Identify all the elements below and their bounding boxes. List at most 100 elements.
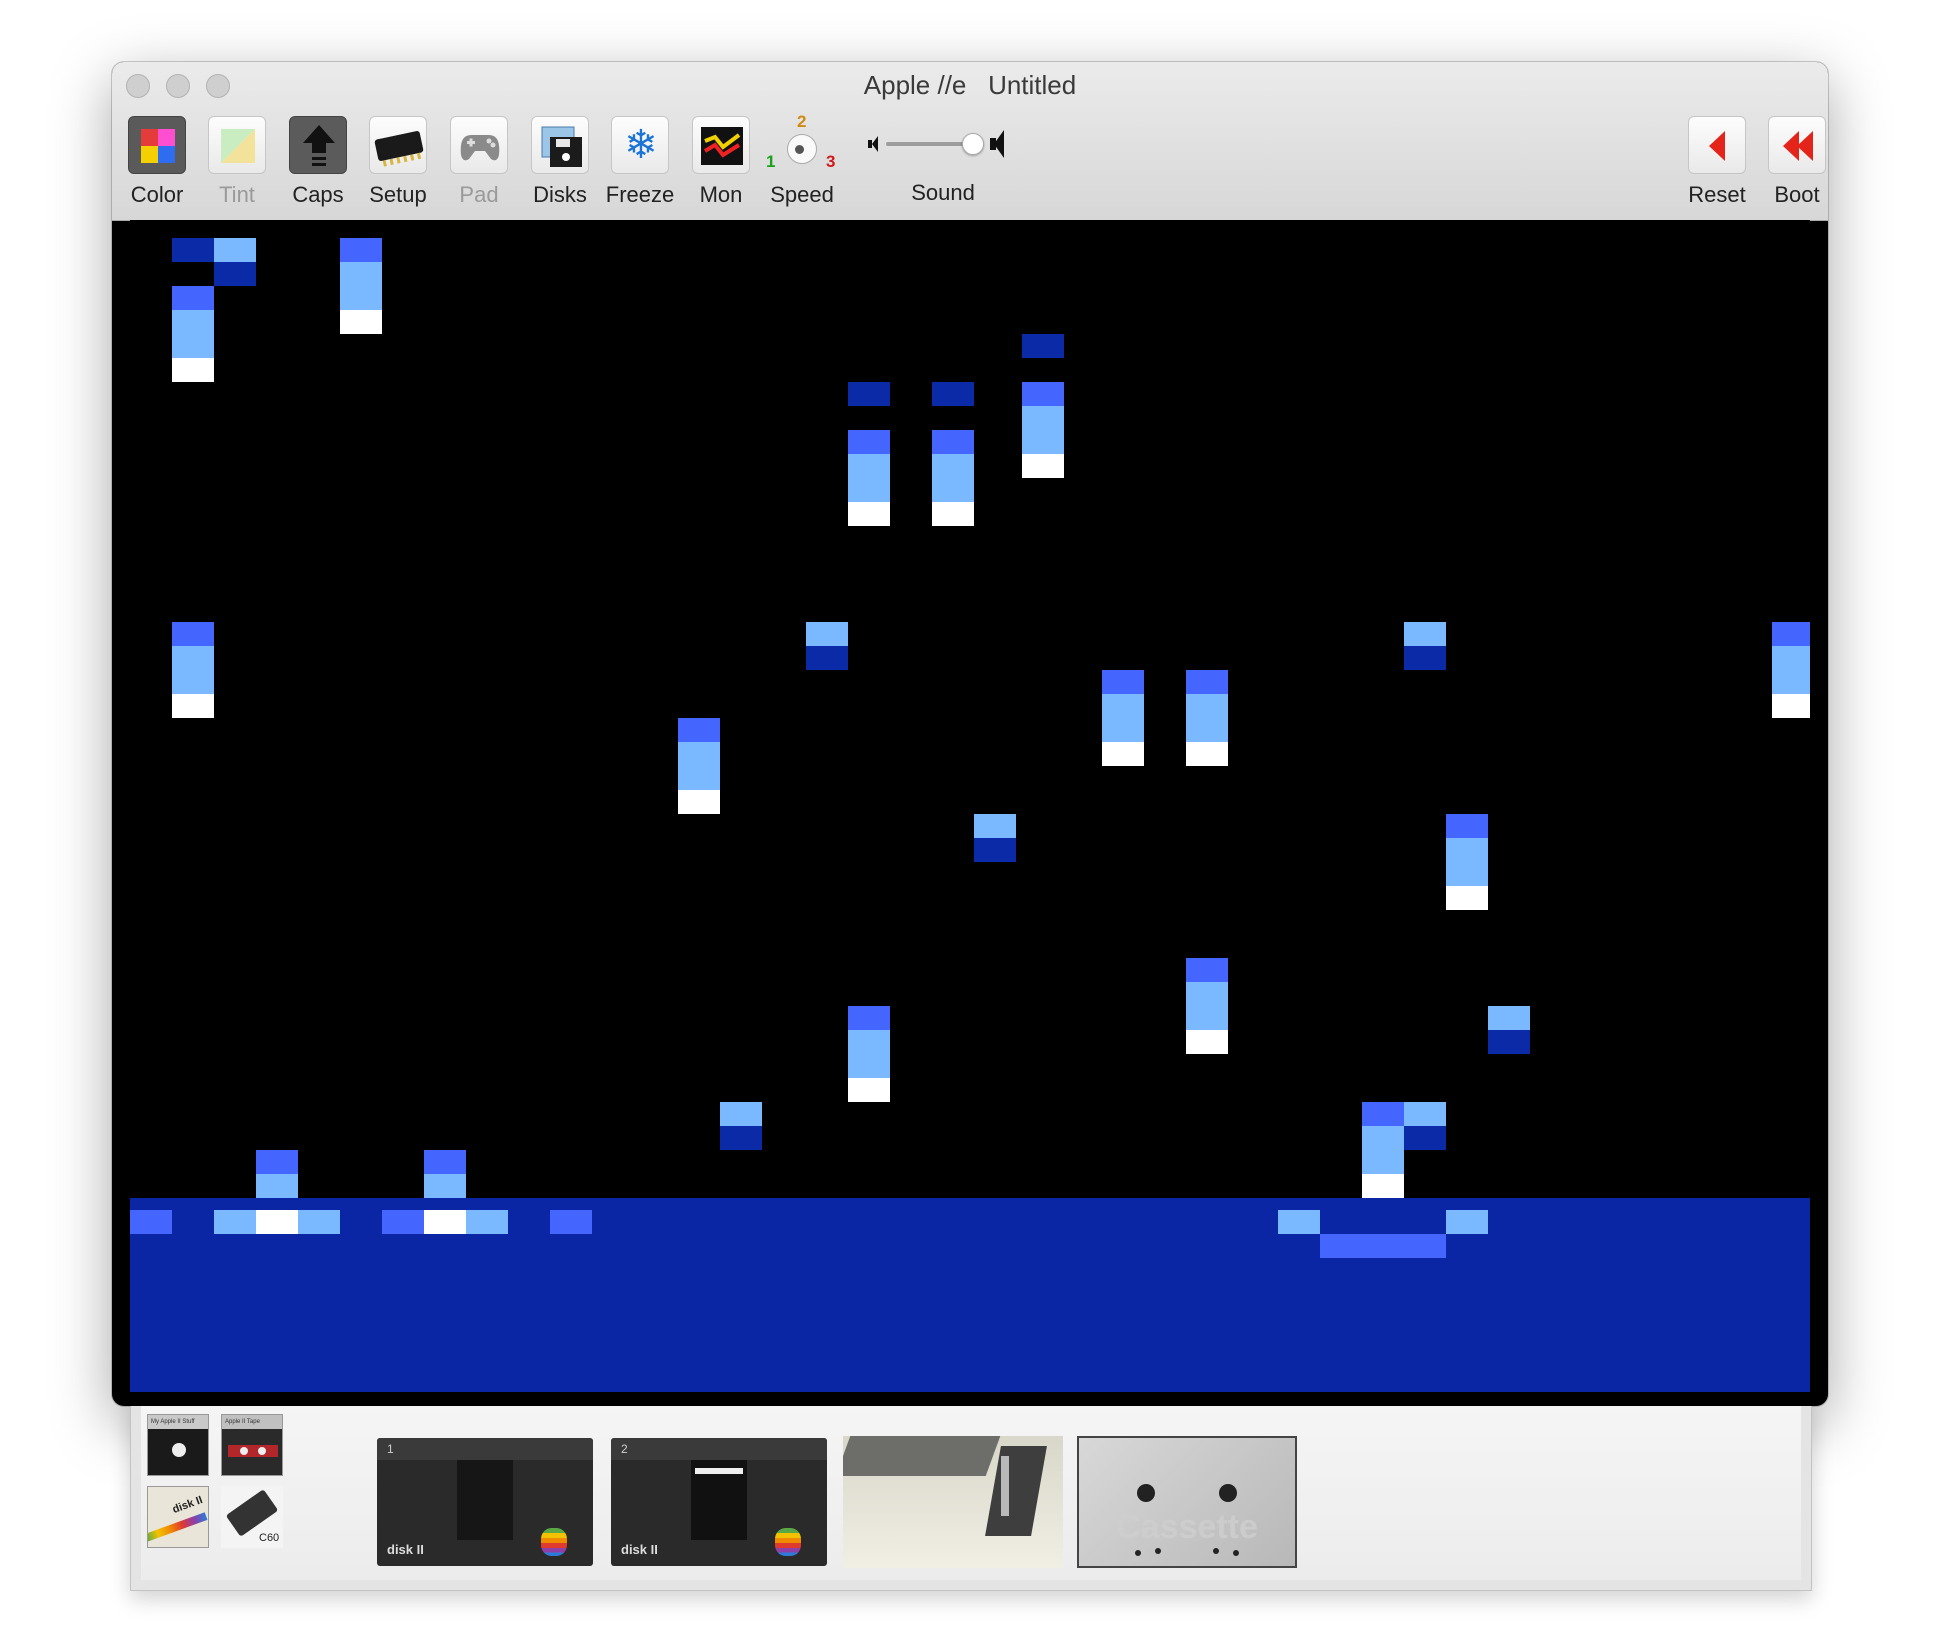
screen-pixel-block — [848, 1030, 890, 1078]
reset-button[interactable]: Reset — [1675, 116, 1759, 208]
screen-pixel-block — [974, 814, 1016, 838]
screen-pixel-block — [424, 1174, 466, 1198]
screen-pixel-block — [340, 238, 382, 262]
screen-pixel-block — [1404, 1126, 1446, 1150]
printer-thumb[interactable] — [843, 1436, 1063, 1568]
screen-pixel-block — [172, 238, 214, 262]
apple-ii-tape-thumb[interactable]: Apple II Tape — [221, 1414, 283, 1476]
speed-mark-1: 1 — [766, 152, 776, 171]
screen-pixel-block — [678, 790, 720, 814]
screen-pixel-block — [172, 646, 214, 694]
screen-pixel-block — [1446, 838, 1488, 886]
screen-pixel-block — [848, 1006, 890, 1030]
reset-arrow-icon — [1688, 116, 1746, 174]
screen-pixel-block — [214, 1210, 256, 1234]
tint-button[interactable]: Tint — [195, 116, 279, 208]
screen-pixel-block — [382, 1210, 424, 1234]
screen-pixel-block — [1186, 694, 1228, 742]
window-title: Apple //e Untitled — [863, 70, 1077, 100]
screen-pixel-block — [1404, 646, 1446, 670]
setup-button[interactable]: Setup — [356, 116, 440, 208]
screen-pixel-block — [1022, 334, 1064, 358]
screen-pixel-block — [1772, 622, 1810, 646]
screen-pixel-block — [340, 310, 382, 334]
screen-pixel-block — [424, 1210, 466, 1234]
tint-label: Tint — [219, 182, 255, 207]
color-button[interactable]: Color — [115, 116, 199, 208]
gamepad-icon — [450, 116, 508, 174]
speed-mark-3: 3 — [826, 152, 836, 171]
speed-mark-2: 2 — [797, 112, 807, 131]
drive-slot-label: 2 — [621, 1442, 628, 1456]
screen-pixel-block — [1446, 886, 1488, 910]
screen-pixel-block — [1404, 1102, 1446, 1126]
screen-pixel-block — [1102, 670, 1144, 694]
screen-pixel-block — [256, 1174, 298, 1198]
reset-label: Reset — [1688, 182, 1746, 207]
screen-pixel-block — [172, 358, 214, 382]
screen-pixel-block — [848, 1078, 890, 1102]
disks-button[interactable]: Disks — [518, 116, 602, 208]
pad-button[interactable]: Pad — [437, 116, 521, 208]
screen-pixel-block — [1102, 742, 1144, 766]
caps-button[interactable]: Caps — [276, 116, 360, 208]
freeze-button[interactable]: ❄ Freeze — [598, 116, 682, 208]
screen-pixel-block — [932, 502, 974, 526]
pad-label: Pad — [459, 182, 499, 207]
thumb-label: My Apple II Stuff — [148, 1415, 208, 1429]
volume-slider-knob[interactable] — [962, 133, 984, 155]
disk-drive-2[interactable]: 2 disk II — [611, 1438, 827, 1566]
apple-logo-icon — [541, 1528, 567, 1556]
cassette-label: Cassette — [1116, 1508, 1258, 1546]
cassette-thumb[interactable]: Cassette — [1077, 1436, 1297, 1568]
speed-control[interactable]: 1 2 3 Speed — [760, 112, 844, 208]
caps-lock-icon — [289, 116, 347, 174]
screen-pixel-block — [214, 262, 256, 286]
screen-pixel-block — [1404, 622, 1446, 646]
screen-pixel-block — [172, 622, 214, 646]
screen-pixel-block — [424, 1150, 466, 1174]
screen-pixel-block — [848, 454, 890, 502]
monitor-icon — [692, 116, 750, 174]
apple-logo-icon — [775, 1528, 801, 1556]
emulator-screen[interactable] — [130, 220, 1810, 1392]
screen-pixel-block — [720, 1126, 762, 1150]
screen-pixel-block — [1488, 1030, 1530, 1054]
my-apple-ii-stuff-thumb[interactable]: My Apple II Stuff — [147, 1414, 209, 1476]
disk-ii-thumb[interactable]: disk II — [147, 1486, 209, 1548]
screen-pixel-block — [256, 1210, 298, 1234]
thumb-label: disk II — [170, 1494, 205, 1516]
boot-button[interactable]: Boot — [1755, 116, 1828, 208]
screen-pixel-block — [974, 838, 1016, 862]
toolbar: Apple //e Untitled Color Tint Caps Setup… — [112, 62, 1828, 221]
color-palette-icon — [128, 116, 186, 174]
screen-pixel-block — [1446, 814, 1488, 838]
mon-button[interactable]: Mon — [679, 116, 763, 208]
screen-pixel-block — [678, 718, 720, 742]
screen-pixel-block — [1772, 694, 1810, 718]
screen-pixel-block — [848, 382, 890, 406]
disk-drive-1[interactable]: 1 disk II — [377, 1438, 593, 1566]
screen-pixel-block — [172, 694, 214, 718]
c60-cassette-thumb[interactable]: C60 — [221, 1486, 283, 1548]
screen-pixel-block — [932, 454, 974, 502]
chip-icon — [369, 116, 427, 174]
disks-label: Disks — [533, 182, 587, 207]
screen-pixel-block — [1320, 1234, 1446, 1258]
screen-pixel-block — [1362, 1126, 1404, 1174]
color-label: Color — [130, 182, 184, 207]
drive-slot-label: 1 — [387, 1442, 394, 1456]
screen-pixel-block — [1362, 1174, 1404, 1198]
sound-label: Sound — [911, 180, 975, 205]
screen-pixel-block — [932, 382, 974, 406]
sound-control: Sound — [868, 116, 1008, 206]
screen-pixel-block — [340, 262, 382, 310]
screen-pixel-block — [1022, 382, 1064, 406]
screen-pixel-block — [1278, 1210, 1320, 1234]
screen-pixel-block — [130, 1210, 172, 1234]
freeze-label: Freeze — [605, 182, 675, 207]
mon-label: Mon — [699, 182, 743, 207]
screen-pixel-block — [298, 1210, 340, 1234]
snowflake-icon: ❄ — [611, 116, 669, 174]
emulator-window: Apple //e Untitled Color Tint Caps Setup… — [112, 62, 1828, 1406]
